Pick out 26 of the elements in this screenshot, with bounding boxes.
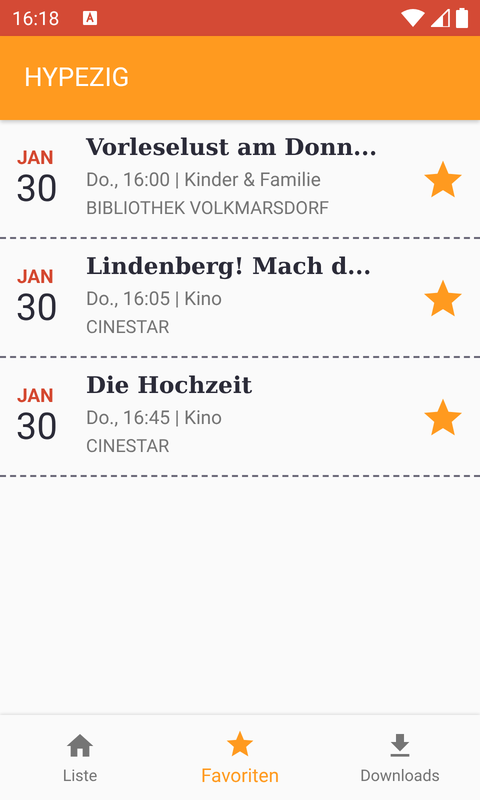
- event-month: JAN: [17, 265, 54, 288]
- event-day: 30: [16, 288, 58, 330]
- battery-icon: [456, 8, 468, 28]
- nav-tab[interactable]: Downloads: [320, 715, 480, 800]
- wifi-icon: [401, 9, 425, 27]
- event-title[interactable]: Die Hochzeit: [86, 372, 424, 399]
- event-month: JAN: [17, 146, 54, 169]
- favorite-star-icon[interactable]: [424, 160, 462, 198]
- event-venue: CINESTAR: [86, 316, 170, 340]
- app-title: HYPEZIG: [24, 63, 130, 93]
- event-title[interactable]: Lindenberg! Mach d...: [86, 253, 424, 280]
- notification-icon: [83, 11, 98, 25]
- event-venue: CINESTAR: [86, 435, 170, 459]
- event-month: JAN: [17, 384, 54, 407]
- event-details: Do., 16:00 | Kinder & Familie: [86, 167, 322, 193]
- event-title[interactable]: Vorleselust am Donn...: [86, 134, 424, 161]
- nav-tab[interactable]: Liste: [0, 715, 160, 800]
- event-details: Do., 16:45 | Kino: [86, 405, 224, 431]
- favorite-star-icon[interactable]: [424, 398, 462, 436]
- status-time: 16:18: [12, 6, 60, 30]
- signal-icon: [431, 9, 450, 27]
- favorite-star-icon[interactable]: [424, 278, 462, 316]
- event-day: 30: [16, 407, 58, 449]
- event-details: Do., 16:05 | Kino: [86, 286, 224, 312]
- event-venue: BIBLIOTHEK VOLKMARSDORF: [86, 197, 330, 221]
- event-day: 30: [16, 169, 58, 211]
